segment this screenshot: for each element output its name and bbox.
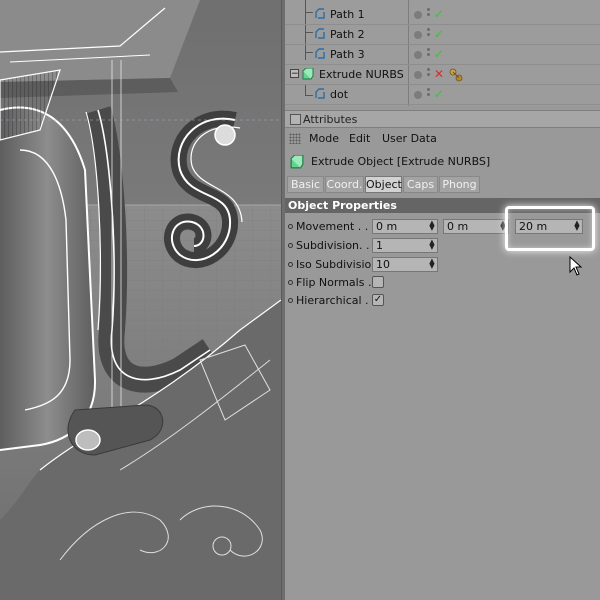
object-row-extrude-nurbs[interactable]: − Extrude NURBS ✕ xyxy=(285,65,600,85)
mouse-cursor-icon xyxy=(569,256,583,276)
animation-bullet-icon[interactable] xyxy=(288,262,293,267)
section-title: Object Properties xyxy=(285,198,600,213)
panel-title: Attributes xyxy=(303,113,358,126)
editor-visibility-dot[interactable] xyxy=(414,31,422,39)
animation-bullet-icon[interactable] xyxy=(288,298,293,303)
render-visibility-dots[interactable] xyxy=(427,88,431,102)
render-visibility-dots[interactable] xyxy=(427,68,431,82)
section-title-text: Object Properties xyxy=(288,199,397,212)
attributes-menu-bar: Mode Edit User Data xyxy=(285,130,600,148)
object-name[interactable]: Path 1 xyxy=(330,8,365,21)
enabled-check-icon[interactable]: ✓ xyxy=(434,7,444,21)
spline-path-icon xyxy=(315,48,325,59)
panel-toggle-icon[interactable] xyxy=(290,114,301,125)
render-visibility-dots[interactable] xyxy=(427,48,431,62)
property-iso-subdivision: Iso Subdivision 10 ▲ ▼ xyxy=(285,256,600,274)
property-label: Flip Normals . . xyxy=(296,276,379,289)
editor-visibility-dot[interactable] xyxy=(414,71,422,79)
attributes-panel-header: Attributes xyxy=(285,110,600,128)
menu-edit[interactable]: Edit xyxy=(349,132,370,145)
field-value: 0 m xyxy=(447,220,469,233)
phong-tag-icon[interactable] xyxy=(448,67,464,83)
object-row-path-3[interactable]: Path 3 ✓ xyxy=(285,45,600,65)
viewport-scene xyxy=(0,0,281,600)
object-row-dot[interactable]: dot ✓ xyxy=(285,85,600,105)
extrude-nurbs-icon xyxy=(302,68,314,80)
animation-bullet-icon[interactable] xyxy=(288,224,293,229)
movement-x-field[interactable]: 0 m ▲ ▼ xyxy=(372,219,438,234)
tab-caps[interactable]: Caps xyxy=(403,176,438,193)
tab-object[interactable]: Object xyxy=(365,176,402,193)
animation-bullet-icon[interactable] xyxy=(288,243,293,248)
hierarchical-checkbox[interactable]: ✓ xyxy=(372,294,384,306)
enabled-check-icon[interactable]: ✓ xyxy=(434,47,444,61)
tab-coord[interactable]: Coord. xyxy=(325,176,364,193)
object-name[interactable]: Path 3 xyxy=(330,48,365,61)
object-title-row: Extrude Object [Extrude NURBS] xyxy=(285,152,600,172)
subdivision-field[interactable]: 1 ▲ ▼ xyxy=(372,238,438,253)
right-panel: Path 1 ✓ Path 2 ✓ Path 3 ✓ − Extrude NUR… xyxy=(285,0,600,600)
spline-path-icon xyxy=(315,8,325,19)
field-value: 20 m xyxy=(519,220,548,233)
object-manager: Path 1 ✓ Path 2 ✓ Path 3 ✓ − Extrude NUR… xyxy=(285,0,600,106)
disabled-cross-icon[interactable]: ✕ xyxy=(434,67,444,81)
property-hierarchical: Hierarchical . . ✓ xyxy=(285,292,600,310)
enabled-check-icon[interactable]: ✓ xyxy=(434,87,444,101)
property-label: Iso Subdivision xyxy=(296,258,379,271)
spinner-arrows-icon[interactable]: ▲ ▼ xyxy=(429,239,435,251)
spline-path-icon xyxy=(315,28,325,39)
field-value: 10 xyxy=(376,258,390,271)
field-value: 1 xyxy=(376,239,383,252)
movement-y-field[interactable]: 0 m ▲ ▼ xyxy=(443,219,509,234)
animation-bullet-icon[interactable] xyxy=(288,280,293,285)
3d-viewport[interactable] xyxy=(0,0,281,600)
editor-visibility-dot[interactable] xyxy=(414,11,422,19)
spline-path-icon xyxy=(315,88,325,99)
property-label: Movement . . . xyxy=(296,220,376,233)
iso-subdivision-field[interactable]: 10 ▲ ▼ xyxy=(372,257,438,272)
flip-normals-checkbox[interactable] xyxy=(372,276,384,288)
spinner-arrows-icon[interactable]: ▲ ▼ xyxy=(429,258,435,270)
property-subdivision: Subdivision. . . 1 ▲ ▼ xyxy=(285,237,600,255)
enabled-check-icon[interactable]: ✓ xyxy=(434,27,444,41)
tab-basic[interactable]: Basic xyxy=(287,176,324,193)
menu-user-data[interactable]: User Data xyxy=(382,132,437,145)
object-title: Extrude Object [Extrude NURBS] xyxy=(311,155,491,168)
object-row-path-2[interactable]: Path 2 ✓ xyxy=(285,25,600,45)
property-label: Subdivision. . . xyxy=(296,239,377,252)
object-row-path-1[interactable]: Path 1 ✓ xyxy=(285,5,600,25)
property-movement: Movement . . . 0 m ▲ ▼ 0 m ▲ ▼ 20 m ▲ ▼ xyxy=(285,218,600,236)
render-visibility-dots[interactable] xyxy=(427,8,431,22)
spinner-arrows-icon[interactable]: ▲ ▼ xyxy=(500,220,506,232)
extrude-nurbs-icon xyxy=(290,155,304,169)
editor-visibility-dot[interactable] xyxy=(414,51,422,59)
object-name[interactable]: Extrude NURBS xyxy=(319,68,404,81)
object-name[interactable]: Path 2 xyxy=(330,28,365,41)
object-name[interactable]: dot xyxy=(330,88,348,101)
property-flip-normals: Flip Normals . . xyxy=(285,274,600,292)
menu-mode[interactable]: Mode xyxy=(309,132,339,145)
render-visibility-dots[interactable] xyxy=(427,28,431,42)
spinner-arrows-icon[interactable]: ▲ ▼ xyxy=(429,220,435,232)
field-value: 0 m xyxy=(376,220,398,233)
grip-handle-icon[interactable] xyxy=(289,133,301,144)
property-label: Hierarchical . . xyxy=(296,294,376,307)
editor-visibility-dot[interactable] xyxy=(414,91,422,99)
movement-z-field[interactable]: 20 m ▲ ▼ xyxy=(515,219,583,234)
collapse-toggle[interactable]: − xyxy=(290,69,299,79)
spinner-arrows-icon[interactable]: ▲ ▼ xyxy=(574,220,580,232)
tab-phong[interactable]: Phong xyxy=(439,176,480,193)
